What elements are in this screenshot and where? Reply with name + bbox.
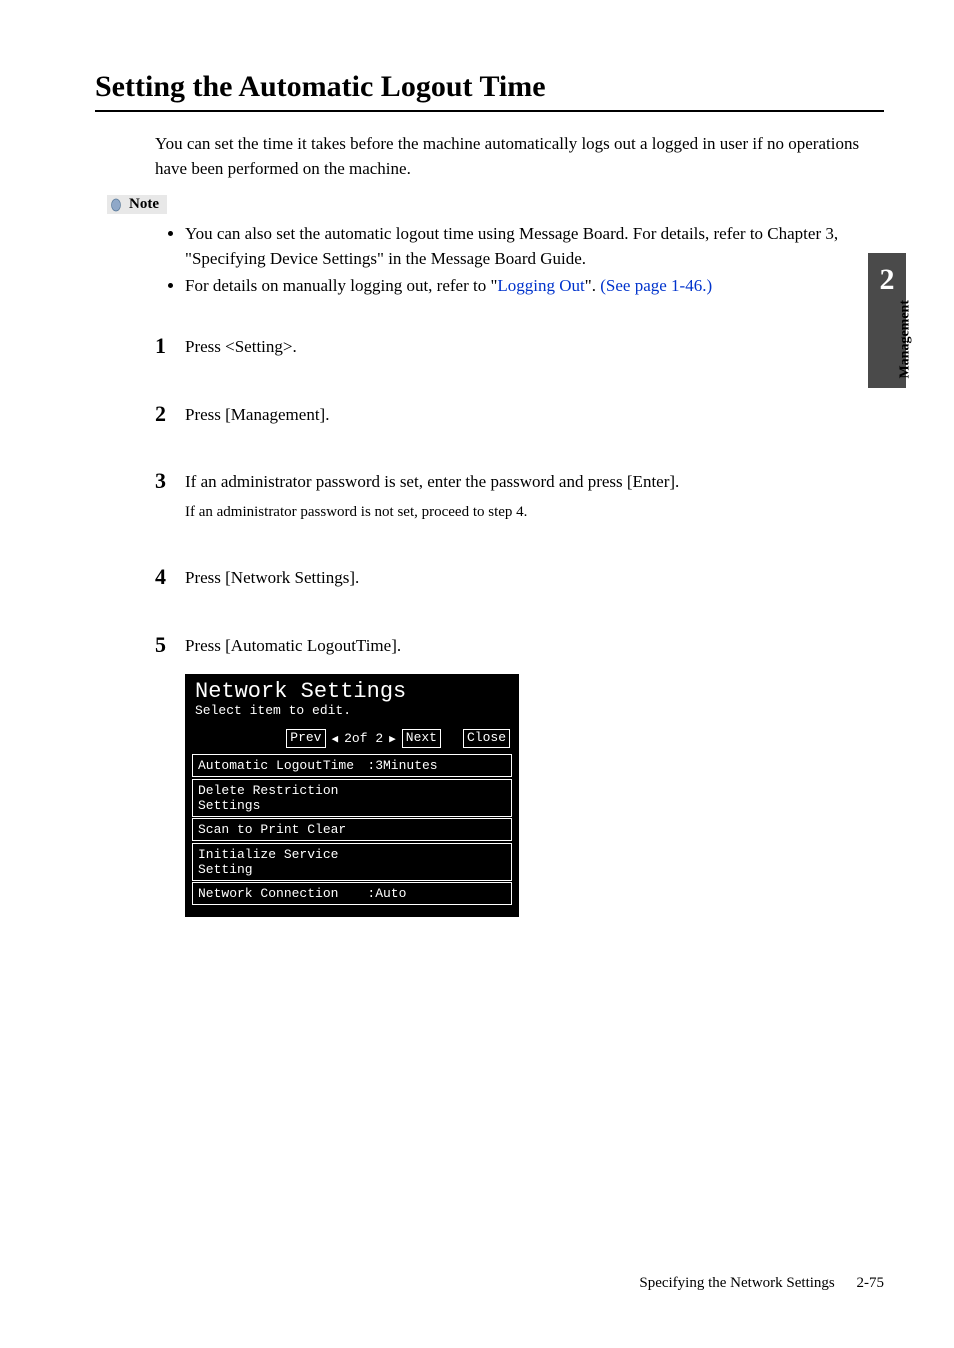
step-2: 2 Press [Management]. — [155, 402, 884, 428]
page-indicator: 2of 2 — [344, 731, 383, 746]
step-number: 3 — [155, 469, 185, 523]
note-item: For details on manually logging out, ref… — [185, 274, 884, 299]
lcd-item-label: Automatic LogoutTime — [198, 758, 367, 773]
lcd-items: Automatic LogoutTime :3Minutes Delete Re… — [189, 754, 515, 913]
lcd-item-value: :Auto — [367, 886, 406, 901]
lcd-item-automatic-logout[interactable]: Automatic LogoutTime :3Minutes — [192, 754, 512, 777]
lcd-item-network-connection[interactable]: Network Connection :Auto — [192, 882, 512, 905]
page-indicator-group: ◀ 2of 2 ▶ — [332, 731, 396, 746]
lcd-item-delete-restriction[interactable]: Delete Restriction Settings — [192, 779, 512, 817]
step-number: 2 — [155, 402, 185, 428]
step-text: If an administrator password is set, ent… — [185, 469, 884, 495]
lcd-subtitle: Select item to edit. — [195, 703, 509, 722]
lcd-item-initialize-service[interactable]: Initialize Service Setting — [192, 843, 512, 881]
note-item-prefix: For details on manually logging out, ref… — [185, 276, 497, 295]
footer-page: 2-75 — [857, 1275, 885, 1291]
note-label: Note — [129, 196, 159, 213]
step-5: 5 Press [Automatic LogoutTime]. — [155, 633, 884, 659]
step-1: 1 Press <Setting>. — [155, 334, 884, 360]
chapter-label: Management — [898, 300, 914, 379]
lcd-item-label: Initialize Service Setting — [198, 847, 367, 877]
note-item-mid: ". — [585, 276, 600, 295]
lcd-item-label: Network Connection — [198, 886, 367, 901]
step-3: 3 If an administrator password is set, e… — [155, 469, 884, 523]
arrow-left-icon: ◀ — [332, 732, 339, 746]
lcd-item-value: :3Minutes — [367, 758, 437, 773]
step-text: Press <Setting>. — [185, 334, 884, 360]
page-heading: Setting the Automatic Logout Time — [95, 70, 884, 112]
steps-list: 1 Press <Setting>. 2 Press [Management].… — [155, 334, 884, 658]
note-item-text: You can also set the automatic logout ti… — [185, 224, 838, 268]
lcd-title-area: Network Settings Select item to edit. — [189, 678, 515, 722]
intro-paragraph: You can set the time it takes before the… — [155, 132, 884, 181]
step-text: Press [Automatic LogoutTime]. — [185, 633, 884, 659]
link-see-page[interactable]: (See page 1-46.) — [600, 276, 712, 295]
step-subtext: If an administrator password is not set,… — [185, 501, 884, 524]
step-text: Press [Network Settings]. — [185, 565, 884, 591]
note-icon — [111, 198, 125, 212]
page-footer: Specifying the Network Settings 2-75 — [639, 1275, 884, 1292]
lcd-item-label: Delete Restriction Settings — [198, 783, 367, 813]
note-block: Note You can also set the automatic logo… — [107, 195, 884, 298]
step-number: 1 — [155, 334, 185, 360]
note-list: You can also set the automatic logout ti… — [185, 222, 884, 298]
next-button[interactable]: Next — [402, 729, 441, 748]
step-text: Press [Management]. — [185, 402, 884, 428]
note-item: You can also set the automatic logout ti… — [185, 222, 884, 271]
link-logging-out[interactable]: Logging Out — [497, 276, 584, 295]
footer-section: Specifying the Network Settings — [639, 1275, 834, 1291]
note-header: Note — [107, 195, 167, 214]
chapter-number: 2 — [880, 263, 895, 297]
prev-button[interactable]: Prev — [286, 729, 325, 748]
lcd-title: Network Settings — [195, 680, 509, 703]
lcd-item-scan-to-print[interactable]: Scan to Print Clear — [192, 818, 512, 841]
arrow-right-icon: ▶ — [389, 732, 396, 746]
close-button[interactable]: Close — [463, 729, 510, 748]
lcd-nav: Prev ◀ 2of 2 ▶ Next Close — [189, 722, 515, 754]
lcd-item-label: Scan to Print Clear — [198, 822, 367, 837]
step-4: 4 Press [Network Settings]. — [155, 565, 884, 591]
step-number: 4 — [155, 565, 185, 591]
lcd-screen: Network Settings Select item to edit. Pr… — [185, 674, 519, 916]
step-number: 5 — [155, 633, 185, 659]
